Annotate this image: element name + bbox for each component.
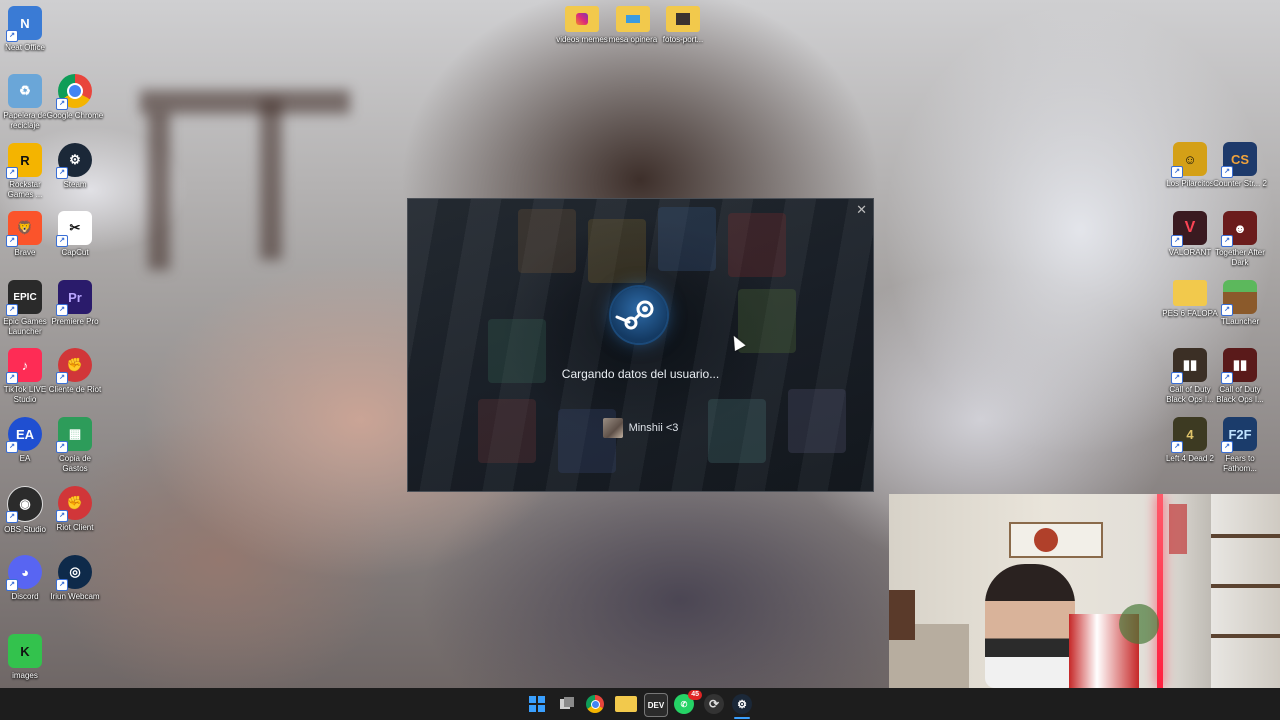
active-app-indicator xyxy=(734,717,750,719)
steam-icon[interactable]: ⚙ xyxy=(732,694,752,714)
desktop-icon-capcut[interactable]: ✂ ↗ CapCut xyxy=(46,211,104,258)
desktop-icon-steam[interactable]: ⚙ ↗ Steam xyxy=(46,143,104,190)
f2f-icon: F2F ↗ xyxy=(1221,417,1257,453)
folder-icon xyxy=(565,6,599,32)
windows-start-icon[interactable] xyxy=(526,693,548,715)
desktop-icon-videos-memes[interactable]: videos memes xyxy=(553,6,611,45)
whatsapp-icon[interactable]: ✆ 45 xyxy=(674,690,702,714)
game-icon: ☺ ↗ xyxy=(1171,142,1207,178)
webcam-overlay xyxy=(889,494,1280,688)
game-icon: ☻ ↗ xyxy=(1221,211,1257,247)
chrome-icon: ↗ xyxy=(56,74,92,110)
steam-logo-icon xyxy=(611,287,667,343)
discord-icon: ◕ ↗ xyxy=(6,555,42,591)
cod-icon: ▮▮ ↗ xyxy=(1171,348,1207,384)
minecraft-icon: ↗ xyxy=(1221,280,1257,316)
ea-icon: EA ↗ xyxy=(6,417,42,453)
dev-icon[interactable]: DEV xyxy=(644,693,668,717)
desktop-icon-google-chrome[interactable]: ↗ Google Chrome xyxy=(46,74,104,121)
username: Minshii <3 xyxy=(628,422,679,434)
desktop-icon-riot-client[interactable]: ✊ ↗ Riot Client xyxy=(46,486,104,533)
desktop-icon-cliente-de-riot[interactable]: ✊ ↗ Cliente de Riot xyxy=(46,348,104,395)
spreadsheet-icon: ▦ ↗ xyxy=(56,417,92,453)
riot-icon[interactable]: ⟳ xyxy=(704,694,724,714)
folder-icon xyxy=(1173,280,1207,306)
notification-badge: 45 xyxy=(688,690,702,700)
riot-icon: ✊ ↗ xyxy=(56,486,92,522)
obs-icon: ◉ ↗ xyxy=(6,486,43,523)
folder-icon[interactable] xyxy=(615,696,637,712)
desktop-icon-counter-strike-2[interactable]: CS ↗ Counter Str... 2 xyxy=(1211,142,1269,189)
desktop-icon-cod-black-ops-2[interactable]: ▮▮ ↗ Call of Duty Black Ops I... xyxy=(1211,348,1269,405)
cs2-icon: CS ↗ xyxy=(1221,142,1257,178)
desktop-icon-together-after-dark[interactable]: ☻ ↗ Together After Dark xyxy=(1211,211,1269,268)
folder-icon xyxy=(666,6,700,32)
desktop-icon-fears-to-fathom[interactable]: F2F ↗ Fears to Fathom... xyxy=(1211,417,1269,474)
task-view-icon[interactable] xyxy=(556,693,578,715)
desktop-icon-premiere-pro[interactable]: Pr ↗ Premiere Pro xyxy=(46,280,104,327)
avatar xyxy=(602,418,623,438)
webcam-icon: ◎ ↗ xyxy=(56,555,92,591)
premiere-pro-icon: Pr ↗ xyxy=(56,280,92,316)
close-icon[interactable]: ✕ xyxy=(856,202,867,218)
desktop-icon-iriun-webcam[interactable]: ◎ ↗ Iriun Webcam xyxy=(46,555,104,602)
user-account-row: Minshii <3 xyxy=(408,418,873,438)
desktop-icon-neat-office[interactable]: N ↗ Neat Office xyxy=(0,6,54,53)
steam-login-dialog: ✕ Cargando datos del usuario... Minshii … xyxy=(407,198,874,492)
taskbar: DEV ✆ 45 ⟳ ⚙ xyxy=(0,688,1280,720)
capcut-icon: ✂ ↗ xyxy=(56,211,92,247)
desktop-icon-copia-de-gastos[interactable]: ▦ ↗ Copia de Gastos xyxy=(46,417,104,474)
neat-office-icon: N ↗ xyxy=(6,6,42,42)
image-folder-icon: K xyxy=(8,634,42,668)
cod-icon: ▮▮ ↗ xyxy=(1221,348,1257,384)
chrome-icon[interactable] xyxy=(586,695,604,713)
loading-status-text: Cargando datos del usuario... xyxy=(561,367,720,381)
riot-icon: ✊ ↗ xyxy=(56,348,92,384)
recycle-bin-icon: ♻ xyxy=(8,74,42,108)
l4d2-icon: 4 ↗ xyxy=(1171,417,1207,453)
desktop-icon-fotos-port[interactable]: fotos-port... xyxy=(654,6,712,45)
tiktok-icon: ♪ ↗ xyxy=(6,348,42,384)
desktop-icon-images[interactable]: K images xyxy=(0,634,54,681)
folder-icon xyxy=(616,6,650,32)
rockstar-icon: R ↗ xyxy=(6,143,42,179)
epic-games-icon: EPIC ↗ xyxy=(6,280,42,316)
steam-icon: ⚙ ↗ xyxy=(56,143,92,179)
brave-icon: 🦁 ↗ xyxy=(6,211,42,247)
valorant-icon: V ↗ xyxy=(1171,211,1207,247)
desktop-icon-tlauncher[interactable]: ↗ TLauncher xyxy=(1211,280,1269,327)
